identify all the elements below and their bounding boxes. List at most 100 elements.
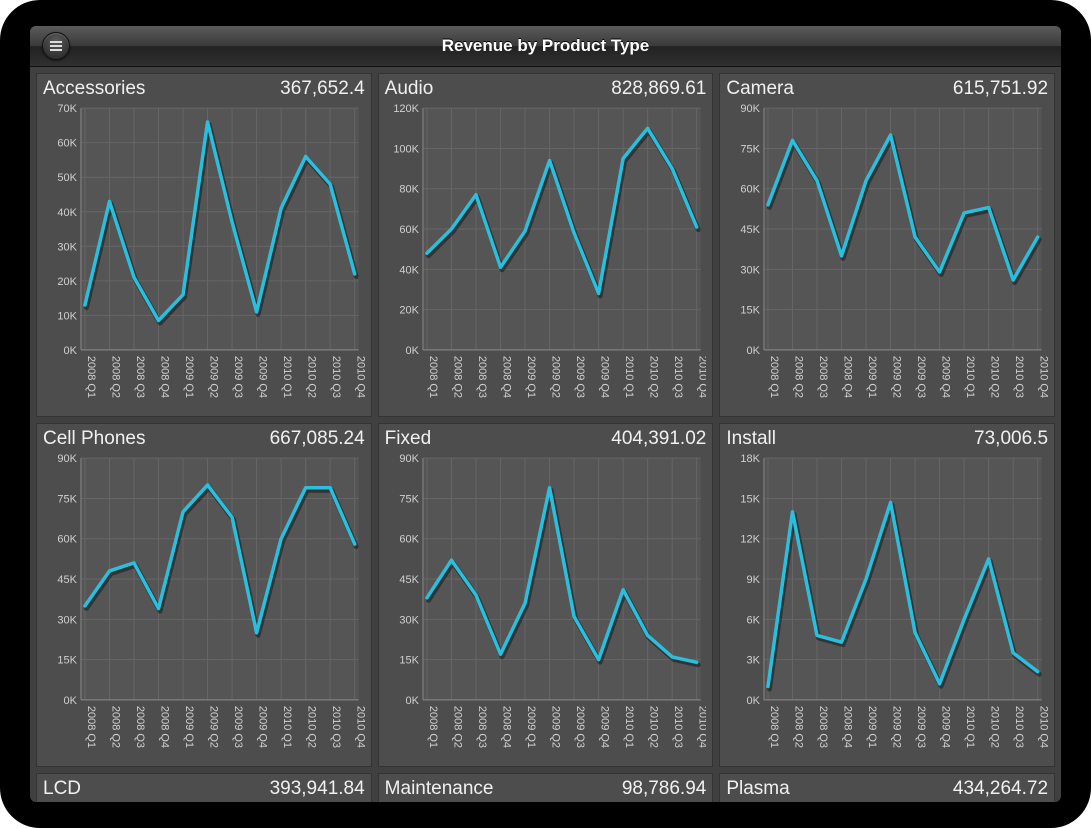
svg-text:2009 Q1: 2009 Q1 — [866, 356, 878, 398]
svg-text:2008 Q1: 2008 Q1 — [85, 706, 97, 748]
tablet-frame: Revenue by Product Type Accessories 367,… — [0, 0, 1091, 828]
card-header: Camera 615,751.92 — [726, 78, 1048, 100]
card-value: 828,869.61 — [611, 78, 706, 100]
svg-text:2008 Q3: 2008 Q3 — [476, 356, 488, 398]
card-maintenance[interactable]: Maintenance 98,786.94 — [378, 773, 714, 802]
card-accessories[interactable]: Accessories 367,652.4 0K10K20K30K40K50K6… — [36, 73, 372, 417]
card-header: Audio 828,869.61 — [385, 78, 707, 100]
svg-text:2010 Q1: 2010 Q1 — [623, 706, 635, 748]
svg-text:30K: 30K — [399, 614, 419, 626]
header-bar: Revenue by Product Type — [30, 26, 1061, 67]
card-value: 434,264.72 — [953, 778, 1048, 800]
card-audio[interactable]: Audio 828,869.61 0K20K40K60K80K100K120K2… — [378, 73, 714, 417]
svg-text:2010 Q1: 2010 Q1 — [281, 356, 293, 398]
svg-text:2009 Q4: 2009 Q4 — [598, 356, 610, 398]
chart: 0K15K30K45K60K75K90K2008 Q12008 Q22008 Q… — [43, 452, 365, 760]
card-title: Plasma — [726, 778, 789, 800]
svg-text:90K: 90K — [399, 453, 419, 465]
card-header: Plasma 434,264.72 — [726, 778, 1048, 800]
chart: 0K15K30K45K60K75K90K2008 Q12008 Q22008 Q… — [385, 452, 707, 760]
svg-text:2008 Q4: 2008 Q4 — [842, 356, 854, 398]
svg-text:2008 Q2: 2008 Q2 — [451, 706, 463, 748]
svg-text:2010 Q3: 2010 Q3 — [1014, 706, 1026, 748]
svg-text:120K: 120K — [393, 103, 419, 115]
svg-text:60K: 60K — [741, 184, 761, 196]
svg-text:50K: 50K — [57, 172, 77, 184]
svg-text:2010 Q3: 2010 Q3 — [330, 706, 342, 748]
chart: 0K20K40K60K80K100K120K2008 Q12008 Q22008… — [385, 102, 707, 410]
svg-text:2008 Q2: 2008 Q2 — [109, 706, 121, 748]
svg-text:45K: 45K — [57, 574, 77, 586]
svg-text:2010 Q1: 2010 Q1 — [281, 706, 293, 748]
svg-text:2009 Q3: 2009 Q3 — [915, 706, 927, 748]
card-title: Fixed — [385, 428, 431, 450]
svg-text:0K: 0K — [747, 345, 761, 357]
svg-text:2008 Q3: 2008 Q3 — [817, 706, 829, 748]
card-cell-phones[interactable]: Cell Phones 667,085.24 0K15K30K45K60K75K… — [36, 423, 372, 767]
card-fixed[interactable]: Fixed 404,391.02 0K15K30K45K60K75K90K200… — [378, 423, 714, 767]
svg-text:15K: 15K — [741, 493, 761, 505]
svg-text:2008 Q2: 2008 Q2 — [109, 356, 121, 398]
card-header: LCD 393,941.84 — [43, 778, 365, 800]
page-title: Revenue by Product Type — [30, 36, 1061, 56]
card-header: Install 73,006.5 — [726, 428, 1048, 450]
svg-text:70K: 70K — [57, 103, 77, 115]
svg-text:2008 Q1: 2008 Q1 — [85, 356, 97, 398]
svg-text:60K: 60K — [399, 534, 419, 546]
svg-text:0K: 0K — [64, 345, 78, 357]
svg-text:18K: 18K — [741, 453, 761, 465]
svg-text:2009 Q2: 2009 Q2 — [891, 706, 903, 748]
svg-text:0K: 0K — [405, 695, 419, 707]
card-plasma[interactable]: Plasma 434,264.72 — [719, 773, 1055, 802]
svg-text:40K: 40K — [399, 264, 419, 276]
menu-button[interactable] — [42, 32, 70, 60]
svg-text:2009 Q1: 2009 Q1 — [525, 706, 537, 748]
svg-text:2010 Q4: 2010 Q4 — [1038, 706, 1048, 748]
card-value: 98,786.94 — [622, 778, 707, 800]
card-camera[interactable]: Camera 615,751.92 0K15K30K45K60K75K90K20… — [719, 73, 1055, 417]
svg-text:2008 Q3: 2008 Q3 — [134, 706, 146, 748]
svg-text:45K: 45K — [741, 224, 761, 236]
svg-text:2010 Q4: 2010 Q4 — [696, 706, 706, 748]
card-header: Maintenance 98,786.94 — [385, 778, 707, 800]
grid-row: Accessories 367,652.4 0K10K20K30K40K50K6… — [36, 73, 1055, 417]
svg-text:2009 Q1: 2009 Q1 — [866, 706, 878, 748]
svg-text:15K: 15K — [741, 305, 761, 317]
svg-text:2010 Q3: 2010 Q3 — [672, 706, 684, 748]
svg-text:2010 Q2: 2010 Q2 — [647, 356, 659, 398]
svg-text:2008 Q1: 2008 Q1 — [768, 706, 780, 748]
svg-text:2009 Q4: 2009 Q4 — [598, 706, 610, 748]
svg-text:60K: 60K — [399, 224, 419, 236]
svg-text:90K: 90K — [741, 103, 761, 115]
card-value: 667,085.24 — [270, 428, 365, 450]
svg-text:2010 Q2: 2010 Q2 — [306, 356, 318, 398]
svg-text:2008 Q1: 2008 Q1 — [427, 356, 439, 398]
svg-text:2010 Q1: 2010 Q1 — [964, 706, 976, 748]
svg-text:60K: 60K — [57, 534, 77, 546]
card-lcd[interactable]: LCD 393,941.84 — [36, 773, 372, 802]
svg-text:2009 Q2: 2009 Q2 — [549, 356, 561, 398]
svg-text:2010 Q4: 2010 Q4 — [355, 356, 365, 398]
card-title: Accessories — [43, 78, 145, 100]
svg-text:2008 Q3: 2008 Q3 — [817, 356, 829, 398]
svg-text:2009 Q4: 2009 Q4 — [257, 356, 269, 398]
svg-text:2009 Q4: 2009 Q4 — [940, 706, 952, 748]
svg-text:40K: 40K — [57, 207, 77, 219]
chart: 0K3K6K9K12K15K18K2008 Q12008 Q22008 Q320… — [726, 452, 1048, 760]
svg-text:2009 Q3: 2009 Q3 — [915, 356, 927, 398]
chart: 0K15K30K45K60K75K90K2008 Q12008 Q22008 Q… — [726, 102, 1048, 410]
svg-text:6K: 6K — [747, 614, 761, 626]
svg-text:2009 Q4: 2009 Q4 — [940, 356, 952, 398]
svg-text:15K: 15K — [399, 655, 419, 667]
svg-text:2009 Q1: 2009 Q1 — [525, 356, 537, 398]
svg-text:2008 Q4: 2008 Q4 — [842, 706, 854, 748]
svg-text:0K: 0K — [64, 695, 78, 707]
svg-text:75K: 75K — [57, 493, 77, 505]
svg-text:2008 Q1: 2008 Q1 — [768, 356, 780, 398]
card-header: Cell Phones 667,085.24 — [43, 428, 365, 450]
svg-text:2008 Q2: 2008 Q2 — [451, 356, 463, 398]
card-value: 73,006.5 — [974, 428, 1048, 450]
svg-text:2008 Q2: 2008 Q2 — [793, 706, 805, 748]
svg-text:2008 Q4: 2008 Q4 — [500, 356, 512, 398]
card-install[interactable]: Install 73,006.5 0K3K6K9K12K15K18K2008 Q… — [719, 423, 1055, 767]
